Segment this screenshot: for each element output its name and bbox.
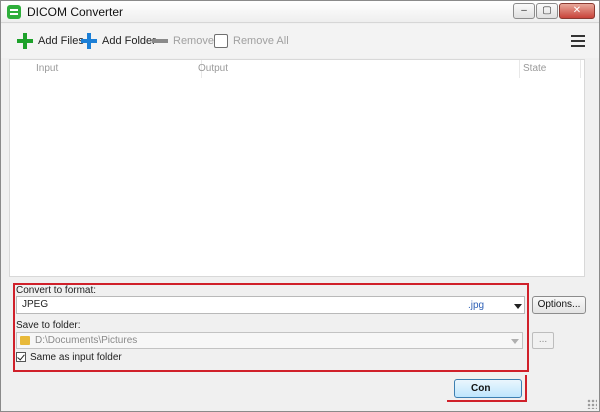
save-folder-label: Save to folder: <box>16 320 81 331</box>
add-files-label: Add Files <box>38 35 84 47</box>
options-button[interactable]: Options... <box>532 296 586 314</box>
save-folder-path: D:\Documents\Pictures <box>35 335 138 346</box>
remove-all-label: Remove All <box>233 35 289 47</box>
format-extension: .jpg <box>468 300 485 311</box>
file-list[interactable]: Input Output State <box>9 59 585 277</box>
minus-icon <box>152 39 168 43</box>
remove-all-button[interactable]: Remove All <box>214 33 289 49</box>
add-folder-label: Add Folder <box>102 35 156 47</box>
format-value: JPEG <box>22 299 49 310</box>
maximize-button[interactable]: ▢ <box>536 3 558 19</box>
column-header-input[interactable]: Input <box>32 60 202 78</box>
chevron-down-icon <box>514 304 522 309</box>
column-header-output[interactable]: Output <box>194 60 520 78</box>
main-window: DICOM Converter – ▢ ✕ Add Files Add Fold… <box>0 0 600 412</box>
remove-label: Remove <box>173 35 214 47</box>
chevron-down-icon <box>511 339 519 344</box>
same-as-input-label[interactable]: Same as input folder <box>30 352 122 363</box>
add-files-button[interactable]: Add Files <box>17 33 84 49</box>
format-select[interactable]: JPEG .jpg <box>16 296 525 314</box>
minimize-button[interactable]: – <box>513 3 535 19</box>
same-as-input-checkbox[interactable] <box>16 352 26 362</box>
folder-icon <box>20 336 30 345</box>
convert-format-label: Convert to format: <box>16 285 97 296</box>
save-folder-input[interactable]: D:\Documents\Pictures <box>16 332 523 349</box>
close-button[interactable]: ✕ <box>559 3 595 19</box>
app-icon <box>7 5 21 19</box>
remove-button[interactable]: Remove <box>152 33 214 49</box>
plus-icon <box>81 33 97 49</box>
window-title: DICOM Converter <box>27 5 124 19</box>
plus-icon <box>17 33 33 49</box>
square-icon <box>214 34 228 48</box>
convert-highlight-box <box>447 375 527 402</box>
hamburger-menu-icon[interactable] <box>571 35 585 47</box>
browse-button[interactable]: ... <box>532 332 554 349</box>
column-header-state[interactable]: State <box>519 60 581 78</box>
title-bar[interactable]: DICOM Converter – ▢ ✕ <box>1 1 599 23</box>
add-folder-button[interactable]: Add Folder <box>81 33 156 49</box>
toolbar: Add Files Add Folder Remove Remove All <box>1 24 599 58</box>
resize-grip[interactable] <box>587 399 597 409</box>
